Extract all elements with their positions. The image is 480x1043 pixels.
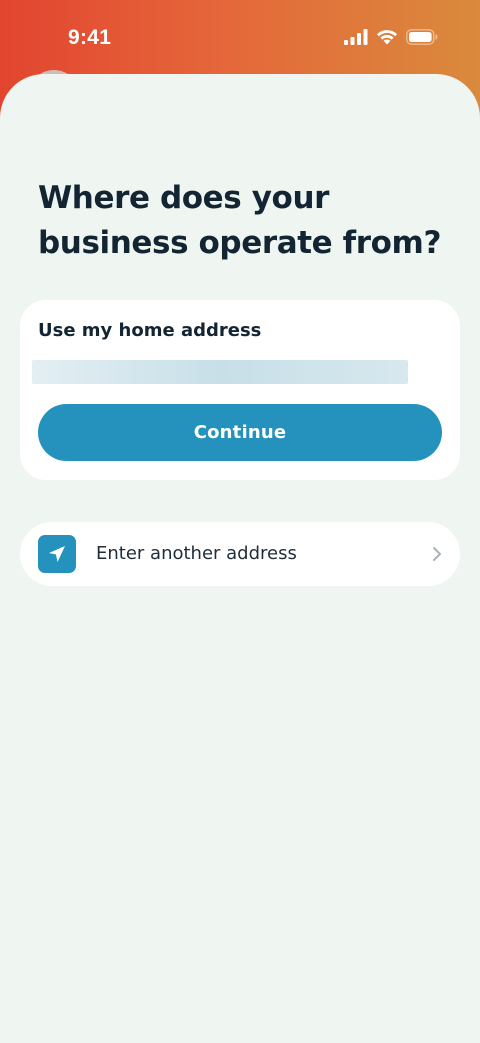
wifi-icon	[377, 30, 397, 45]
continue-button[interactable]: Continue	[38, 404, 442, 461]
enter-another-address-row[interactable]: Enter another address	[20, 522, 460, 586]
status-bar: 9:41	[0, 0, 480, 78]
bottom-sheet: Where does your business operate from? U…	[0, 74, 480, 1043]
status-icons	[344, 29, 438, 45]
home-address-label: Use my home address	[38, 320, 262, 341]
home-address-card: Use my home address Continue	[20, 300, 460, 480]
location-arrow-icon	[38, 535, 76, 573]
battery-icon	[406, 29, 438, 45]
chevron-right-icon	[433, 547, 441, 561]
cellular-signal-icon	[344, 29, 368, 45]
home-address-value	[32, 360, 408, 384]
status-time: 9:41	[68, 26, 112, 49]
enter-another-address-label: Enter another address	[96, 543, 297, 564]
page-title: Where does your business operate from?	[38, 180, 442, 261]
